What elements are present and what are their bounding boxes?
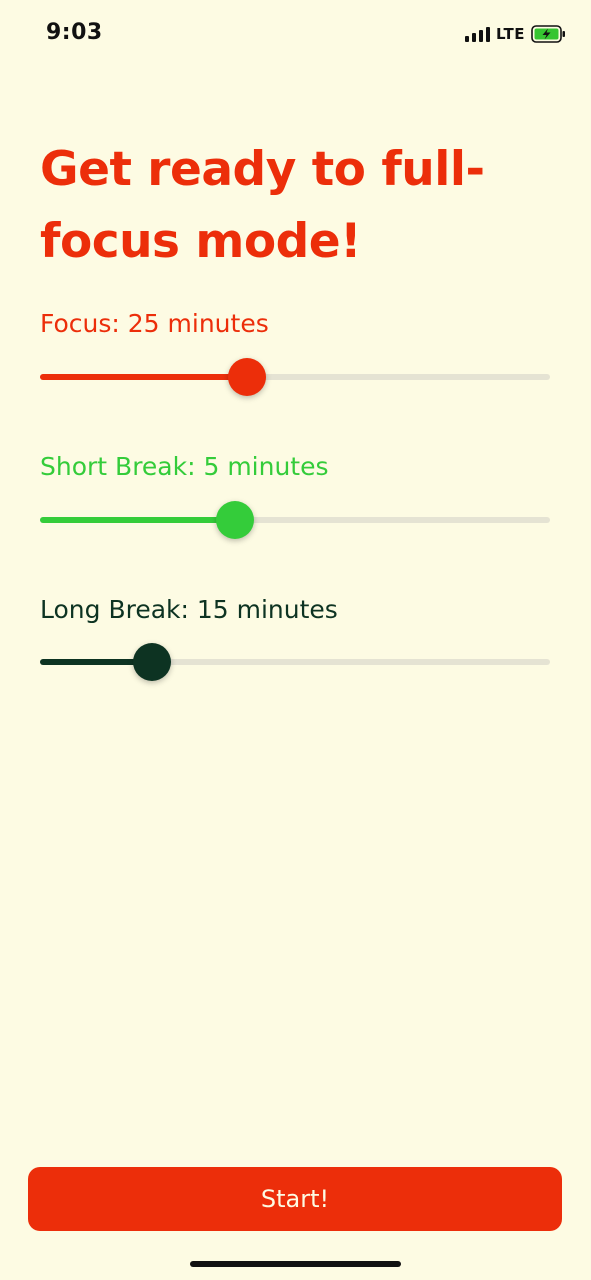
- long-break-setting: Long Break: 15 minutes: [40, 594, 550, 681]
- page-title-line-2: focus mode!: [40, 214, 362, 269]
- status-time: 9:03: [46, 20, 103, 45]
- battery-charging-icon: [531, 25, 565, 43]
- status-bar: 9:03 LTE: [0, 0, 591, 70]
- focus-slider-fill: [40, 374, 247, 380]
- focus-label: Focus: 25 minutes: [40, 309, 269, 338]
- status-icons: LTE: [464, 24, 567, 44]
- focus-setting: Focus: 25 minutes: [40, 308, 550, 396]
- long-break-label: Long Break: 15 minutes: [40, 595, 338, 624]
- signal-icon: [464, 26, 490, 42]
- short-break-slider[interactable]: [40, 500, 550, 540]
- page-title-line-1: Get ready to full-: [40, 142, 485, 197]
- focus-slider-thumb[interactable]: [227, 358, 266, 396]
- network-label: LTE: [495, 25, 525, 43]
- long-break-slider-thumb[interactable]: [133, 643, 172, 681]
- start-button[interactable]: Start!: [28, 1167, 562, 1231]
- home-indicator: [190, 1261, 401, 1267]
- short-break-label: Short Break: 5 minutes: [40, 452, 329, 481]
- long-break-slider[interactable]: [40, 642, 550, 682]
- short-break-setting: Short Break: 5 minutes: [40, 451, 550, 539]
- short-break-slider-thumb[interactable]: [216, 501, 255, 539]
- short-break-slider-fill: [40, 517, 236, 523]
- focus-slider[interactable]: [40, 357, 550, 397]
- page-title: Get ready to full- focus mode!: [40, 134, 540, 278]
